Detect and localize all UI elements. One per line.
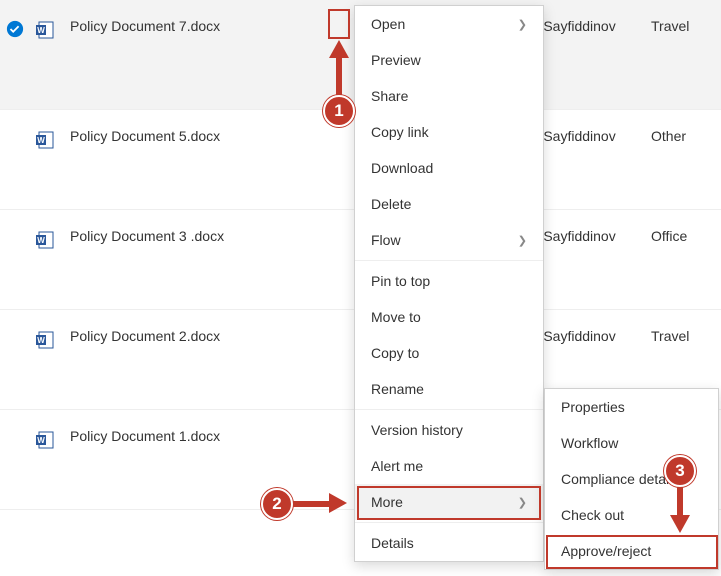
menu-label: Open	[371, 16, 405, 32]
menu-label: Alert me	[371, 458, 423, 474]
file-tag: Travel	[651, 18, 721, 34]
menu-download[interactable]: Download	[355, 150, 543, 186]
menu-delete[interactable]: Delete	[355, 186, 543, 222]
menu-label: Flow	[371, 232, 401, 248]
row-checkbox[interactable]	[0, 428, 30, 430]
submenu-checkout[interactable]: Check out	[545, 497, 718, 533]
menu-label: Compliance details	[561, 471, 679, 487]
annotation-box-1	[328, 9, 350, 39]
menu-open[interactable]: Open ❯	[355, 6, 543, 42]
annotation-badge-2: 2	[261, 488, 293, 520]
word-file-icon	[30, 228, 60, 253]
row-checkbox[interactable]	[0, 228, 30, 230]
menu-label: Rename	[371, 381, 424, 397]
submenu-properties[interactable]: Properties	[545, 389, 718, 425]
menu-label: Check out	[561, 507, 624, 523]
annotation-badge-3: 3	[664, 455, 696, 487]
submenu-workflow[interactable]: Workflow	[545, 425, 718, 461]
word-file-icon	[30, 18, 60, 43]
menu-label: Preview	[371, 52, 421, 68]
menu-label: Workflow	[561, 435, 618, 451]
annotation-box-2	[357, 486, 541, 520]
menu-label: Copy to	[371, 345, 419, 361]
menu-label: Pin to top	[371, 273, 430, 289]
word-file-icon	[30, 328, 60, 353]
menu-moveto[interactable]: Move to	[355, 299, 543, 335]
annotation-arrow-1	[329, 40, 349, 100]
file-tag: Office	[651, 228, 721, 244]
menu-label: Download	[371, 160, 433, 176]
menu-label: Delete	[371, 196, 411, 212]
row-checkbox[interactable]	[0, 18, 30, 41]
menu-rename[interactable]: Rename	[355, 371, 543, 407]
menu-label: Move to	[371, 309, 421, 325]
file-tag: Travel	[651, 328, 721, 344]
menu-copyto[interactable]: Copy to	[355, 335, 543, 371]
word-file-icon	[30, 428, 60, 453]
row-checkbox[interactable]	[0, 128, 30, 130]
menu-label: Share	[371, 88, 408, 104]
annotation-arrow-2	[290, 494, 354, 514]
menu-alertme[interactable]: Alert me	[355, 448, 543, 484]
menu-copylink[interactable]: Copy link	[355, 114, 543, 150]
menu-pin[interactable]: Pin to top	[355, 263, 543, 299]
menu-separator	[355, 409, 543, 410]
menu-separator	[355, 522, 543, 523]
word-file-icon	[30, 128, 60, 153]
row-checkbox[interactable]	[0, 328, 30, 330]
menu-label: Details	[371, 535, 414, 551]
context-menu: Open ❯ Preview Share Copy link Download …	[354, 5, 544, 562]
chevron-right-icon: ❯	[518, 18, 527, 31]
annotation-arrow-3	[670, 485, 690, 535]
menu-preview[interactable]: Preview	[355, 42, 543, 78]
menu-label: Copy link	[371, 124, 429, 140]
checked-icon	[6, 20, 24, 38]
menu-details[interactable]: Details	[355, 525, 543, 561]
menu-label: Properties	[561, 399, 625, 415]
menu-share[interactable]: Share	[355, 78, 543, 114]
menu-versionhistory[interactable]: Version history	[355, 412, 543, 448]
annotation-box-3	[546, 535, 718, 569]
annotation-badge-1: 1	[323, 95, 355, 127]
file-tag: Other	[651, 128, 721, 144]
menu-separator	[355, 260, 543, 261]
menu-label: Version history	[371, 422, 463, 438]
chevron-right-icon: ❯	[518, 234, 527, 247]
menu-flow[interactable]: Flow ❯	[355, 222, 543, 258]
